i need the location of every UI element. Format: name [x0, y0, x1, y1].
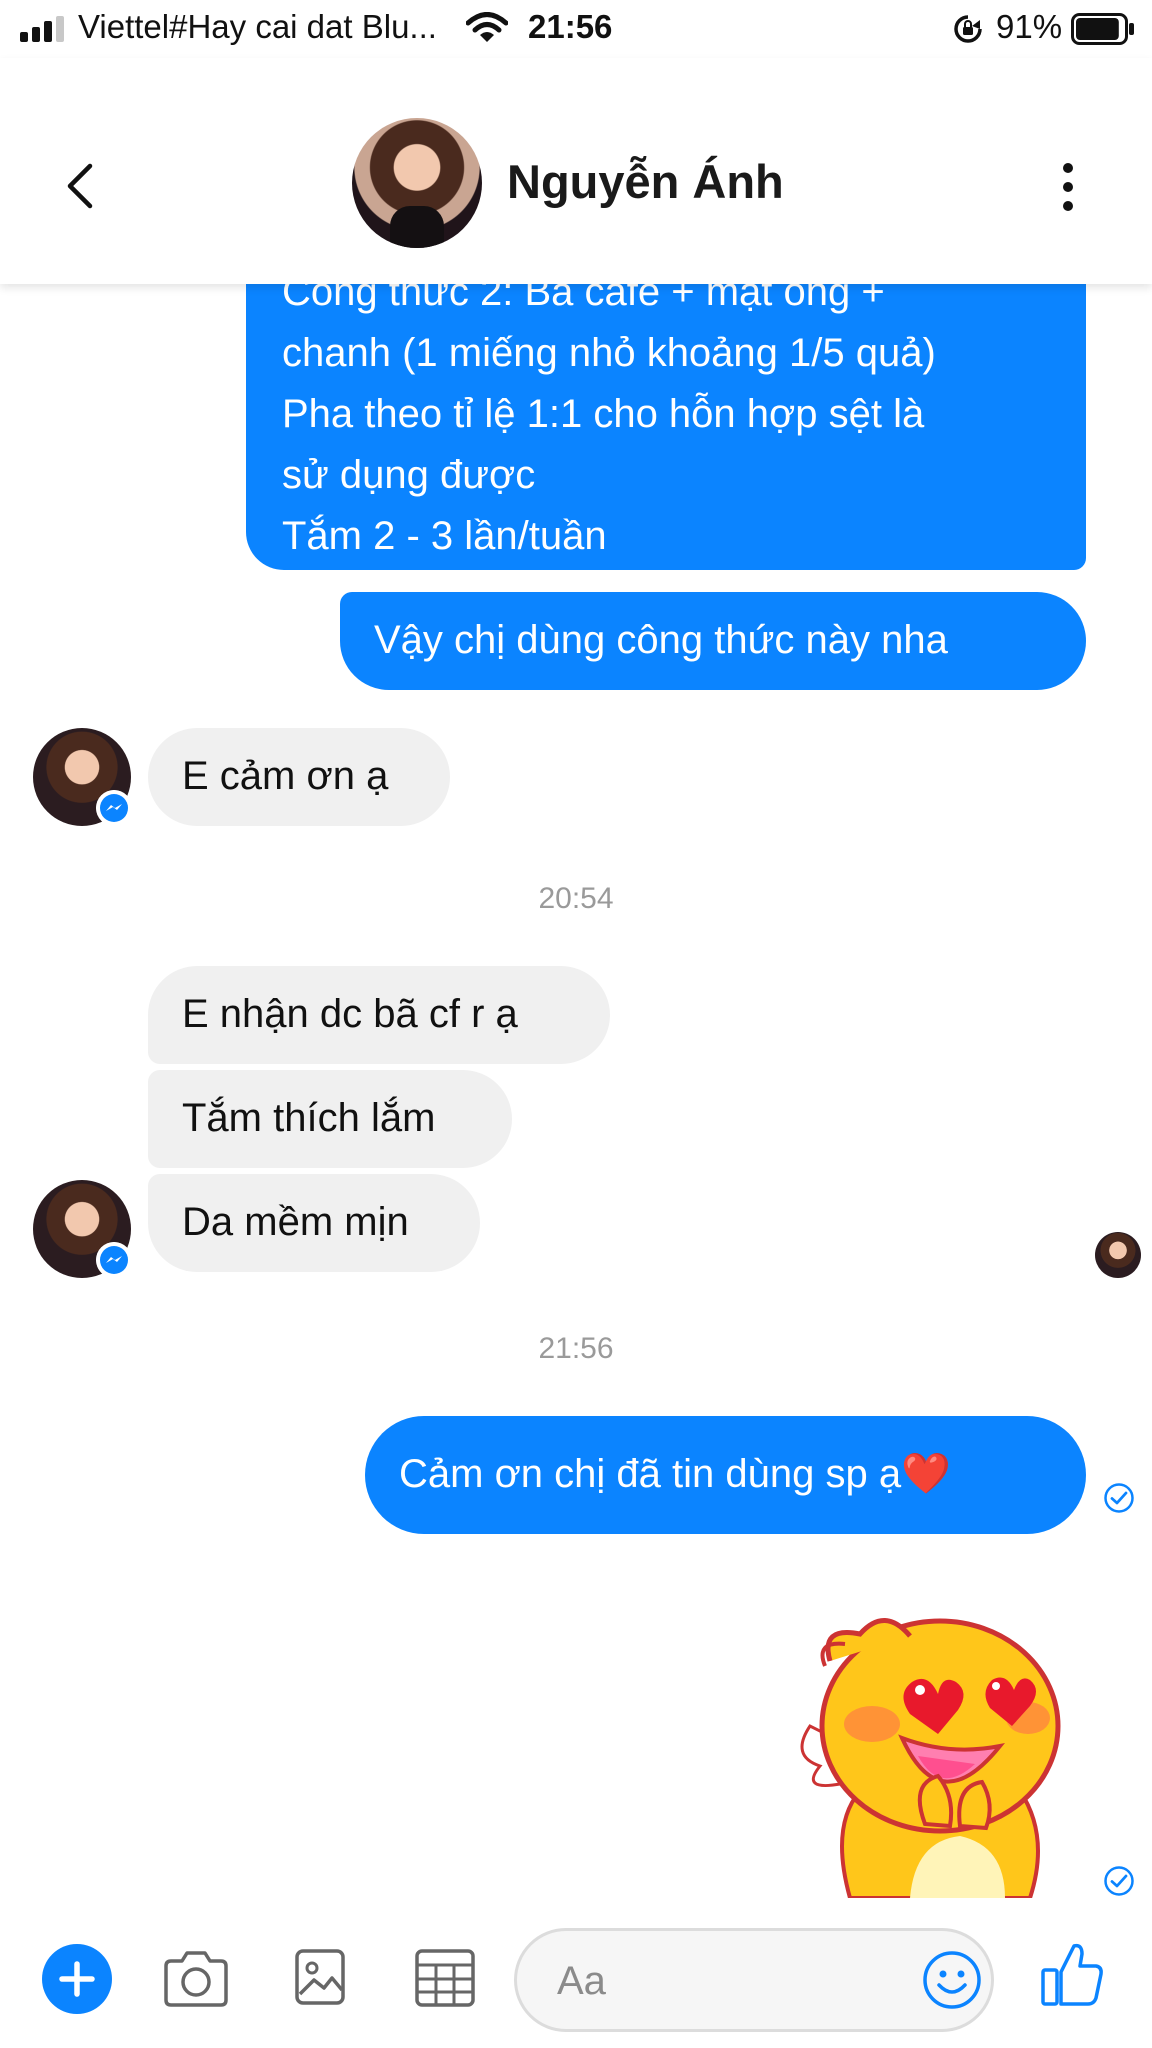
image-icon[interactable]	[294, 1948, 346, 2006]
outgoing-message-bubble[interactable]: Cảm ơn chị đã tin dùng sp ạ❤️	[365, 1416, 1086, 1534]
message-text: Vậy chị dùng công thức này nha	[374, 618, 948, 662]
carrier-name: Viettel#Hay cai dat Blu...	[78, 8, 437, 45]
plus-button[interactable]	[42, 1944, 112, 2014]
grid-icon[interactable]	[414, 1948, 476, 2008]
status-time: 21:56	[528, 8, 613, 45]
rotation-lock-icon	[954, 15, 982, 43]
outgoing-message-bubble[interactable]: Công thức 2: Bã cafe + mật ong + chanh (…	[246, 284, 1086, 570]
message-input-container[interactable]	[514, 1928, 994, 2032]
message-text: E nhận dc bã cf r ạ	[182, 992, 518, 1036]
emoji-icon[interactable]	[921, 1949, 983, 2011]
battery-percent: 91%	[996, 8, 1063, 45]
delivered-check-icon	[1104, 1866, 1134, 1896]
message-composer	[0, 1898, 1152, 2048]
messenger-badge-icon	[96, 790, 132, 826]
incoming-message-bubble[interactable]: E cảm ơn ạ	[148, 728, 450, 826]
battery-icon	[1071, 13, 1134, 45]
seen-indicator-avatar	[1095, 1232, 1141, 1278]
outgoing-message-bubble[interactable]: Vậy chị dùng công thức này nha	[340, 592, 1086, 690]
more-vertical-icon[interactable]	[1060, 162, 1076, 212]
heart-emoji: ❤️	[901, 1452, 951, 1496]
camera-icon[interactable]	[162, 1950, 230, 2008]
thumbs-up-icon[interactable]	[1040, 1940, 1104, 2008]
chevron-left-icon[interactable]	[60, 158, 100, 214]
message-thread[interactable]: Công thức 2: Bã cafe + mật ong + chanh (…	[0, 284, 1152, 1898]
plus-icon	[59, 1961, 95, 1997]
message-text: Cảm ơn chị đã tin dùng sp ạ	[399, 1452, 902, 1496]
message-line: Tắm 2 - 3 lần/tuần	[282, 514, 607, 558]
message-text: Da mềm mịn	[182, 1200, 409, 1244]
heart-eyes-chick-sticker[interactable]	[790, 1606, 1080, 1898]
message-line: Pha theo tỉ lệ 1:1 cho hỗn hợp sệt là	[282, 392, 925, 436]
timestamp-divider: 20:54	[538, 882, 614, 915]
status-bar: Viettel#Hay cai dat Blu... 21:56 91%	[0, 0, 1152, 58]
incoming-message-bubble[interactable]: Tắm thích lắm	[148, 1070, 512, 1168]
message-line: sử dụng được	[282, 453, 536, 497]
timestamp-divider: 21:56	[538, 1332, 614, 1365]
messenger-badge-icon	[96, 1242, 132, 1278]
contact-avatar[interactable]	[352, 118, 482, 248]
message-line: chanh (1 miếng nhỏ khoảng 1/5 quả)	[282, 331, 936, 375]
contact-name[interactable]: Nguyễn Ánh	[507, 154, 784, 209]
delivered-check-icon	[1104, 1483, 1134, 1513]
message-text: E cảm ơn ạ	[182, 754, 389, 798]
conversation-header: Nguyễn Ánh	[0, 58, 1152, 284]
message-line: Công thức 2: Bã cafe + mật ong +	[282, 284, 885, 314]
incoming-message-bubble[interactable]: E nhận dc bã cf r ạ	[148, 966, 610, 1064]
message-text: Tắm thích lắm	[182, 1096, 436, 1140]
message-input[interactable]	[557, 1955, 917, 2007]
incoming-message-bubble[interactable]: Da mềm mịn	[148, 1174, 480, 1272]
signal-bars-icon	[20, 16, 64, 42]
wifi-icon	[466, 12, 508, 42]
